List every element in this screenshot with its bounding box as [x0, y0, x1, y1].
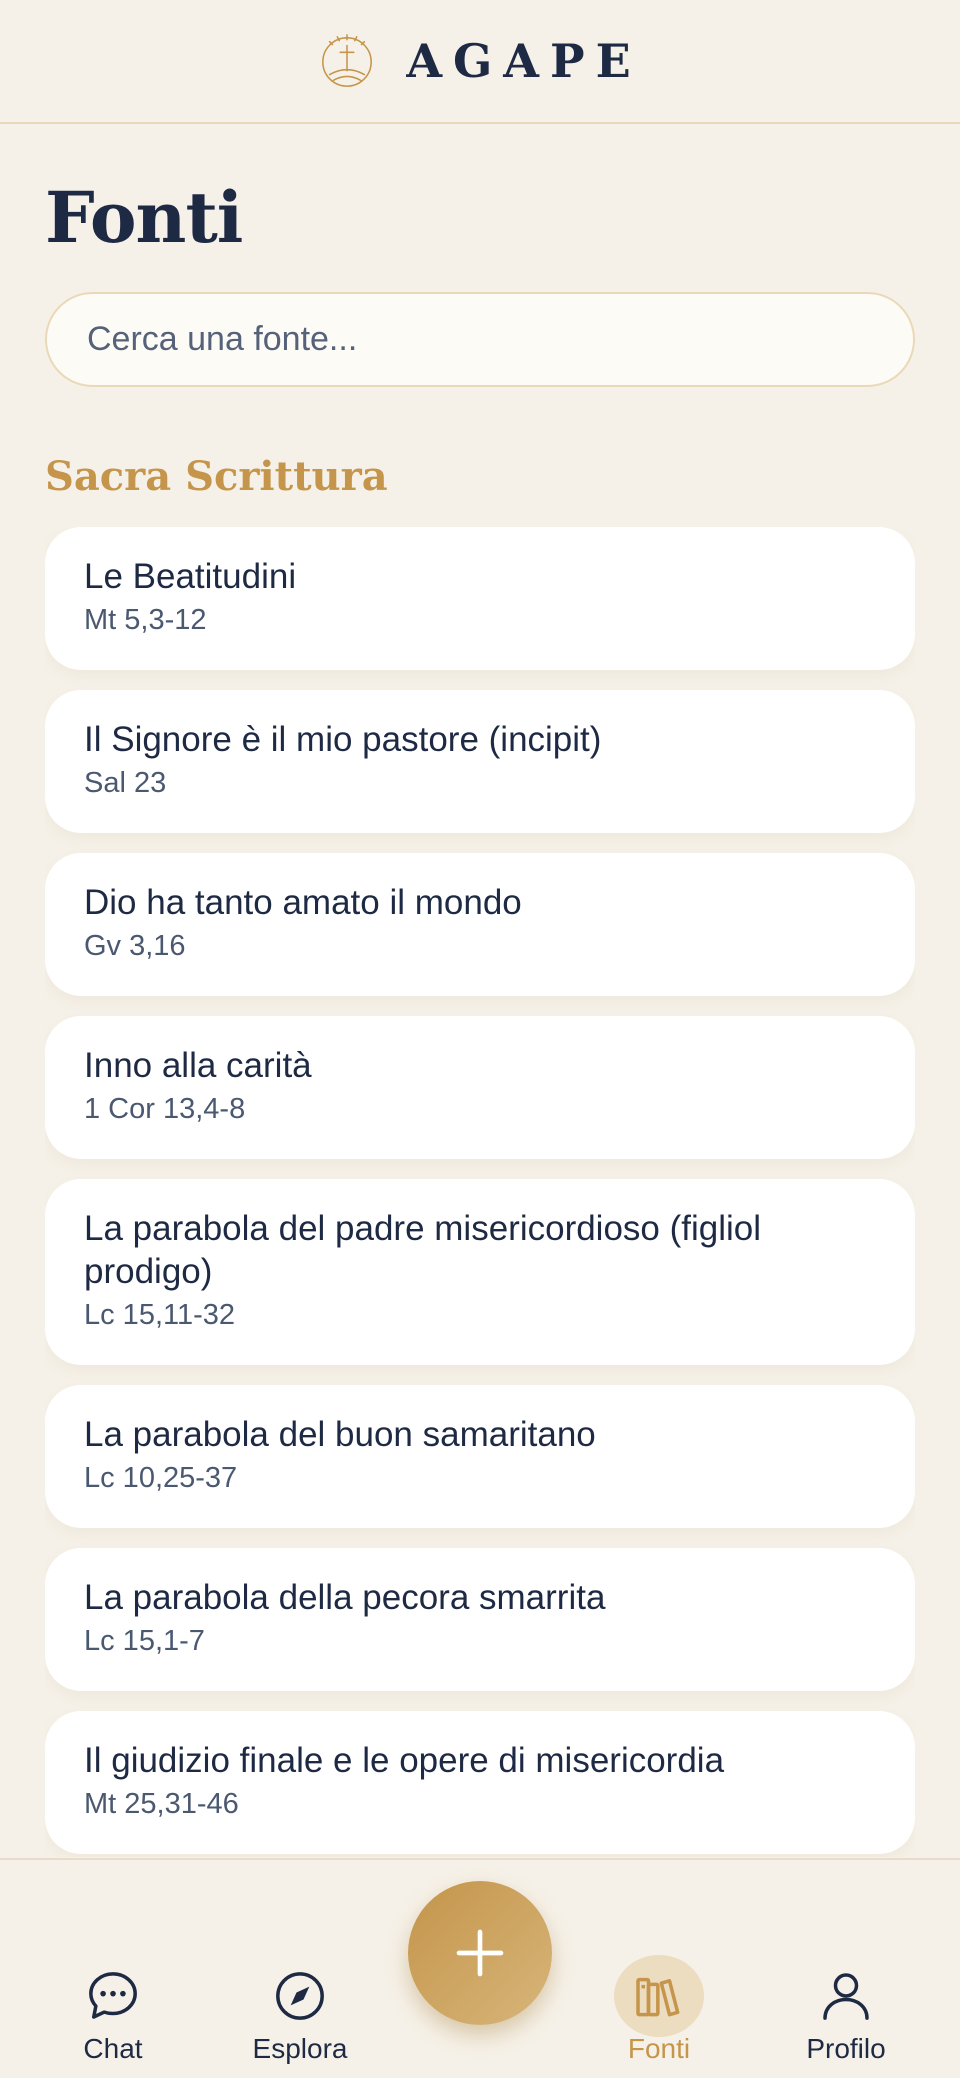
nav-item-profile[interactable]: Profilo	[771, 1955, 921, 2065]
source-reference: 1 Cor 13,4-8	[84, 1093, 246, 1125]
source-reference: Sal 23	[84, 767, 167, 799]
add-button[interactable]	[408, 1881, 552, 2025]
nav-label-profile: Profilo	[806, 2033, 886, 2064]
app-header: AGAPE	[0, 0, 960, 124]
source-card[interactable]: La parabola del padre misericordioso (fi…	[45, 1179, 915, 1365]
source-title: Le Beatitudini	[84, 557, 297, 596]
nav-item-explore[interactable]: Esplora	[225, 1955, 375, 2065]
source-reference: Lc 10,25-37	[84, 1462, 238, 1494]
source-card[interactable]: Dio ha tanto amato il mondo Gv 3,16	[45, 853, 915, 996]
nav-label-sources: Fonti	[627, 2033, 691, 2064]
source-title: La parabola del buon samaritano	[84, 1415, 596, 1454]
source-card[interactable]: La parabola del buon samaritano Lc 10,25…	[45, 1385, 915, 1528]
page-title: Fonti	[45, 176, 243, 259]
section-title: Sacra Scrittura	[45, 453, 388, 500]
source-title: Dio ha tanto amato il mondo	[84, 883, 522, 922]
nav-item-chat[interactable]: Chat	[38, 1955, 188, 2065]
source-title: Inno alla carità	[84, 1046, 312, 1085]
source-card[interactable]: Le Beatitudini Mt 5,3-12	[45, 527, 915, 670]
source-card[interactable]: Il giudizio finale e le opere di miseric…	[45, 1711, 915, 1854]
source-card[interactable]: La parabola della pecora smarrita Lc 15,…	[45, 1548, 915, 1691]
nav-label-explore: Esplora	[252, 2033, 348, 2064]
brand[interactable]: AGAPE	[318, 32, 641, 90]
chat-bubble-icon	[89, 1972, 137, 2019]
source-reference: Mt 25,31-46	[84, 1788, 239, 1820]
source-card[interactable]: Inno alla carità 1 Cor 13,4-8	[45, 1016, 915, 1159]
source-reference: Lc 15,1-7	[84, 1625, 205, 1657]
source-list[interactable]: Le Beatitudini Mt 5,3-12 Il Signore è il…	[45, 527, 915, 1857]
compass-icon	[276, 1972, 324, 2020]
books-icon	[636, 1977, 680, 2017]
plus-icon	[456, 1929, 504, 1977]
source-title: Il Signore è il mio pastore (incipit)	[84, 720, 602, 759]
source-card[interactable]: Il Signore è il mio pastore (incipit) Sa…	[45, 690, 915, 833]
nav-item-sources[interactable]: Fonti	[584, 1955, 734, 2065]
source-title: Il giudizio finale e le opere di miseric…	[84, 1741, 725, 1780]
cross-sun-logo-icon	[322, 34, 373, 87]
user-icon	[823, 1973, 869, 2020]
source-reference: Gv 3,16	[84, 930, 186, 962]
brand-name: AGAPE	[406, 34, 642, 88]
search-input[interactable]	[45, 292, 915, 387]
source-reference: Mt 5,3-12	[84, 604, 207, 636]
source-title: La parabola della pecora smarrita	[84, 1578, 606, 1617]
source-reference: Lc 15,11-32	[84, 1299, 236, 1331]
nav-label-chat: Chat	[83, 2033, 143, 2064]
source-title: La parabola del padre misericordioso (fi…	[84, 1209, 762, 1291]
